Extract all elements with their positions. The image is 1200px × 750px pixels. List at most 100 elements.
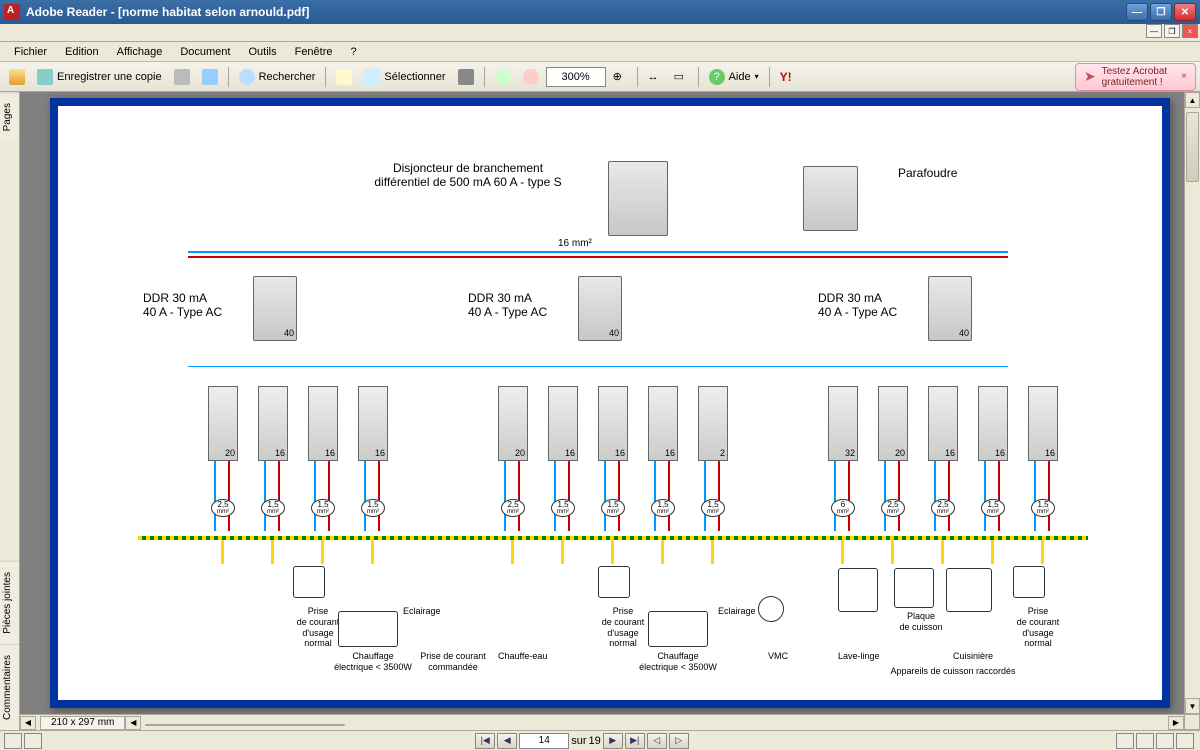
layout-single-button[interactable]: [1116, 733, 1134, 749]
ddr-left-label: DDR 30 mA 40 A - Type AC: [143, 291, 222, 320]
menubar: Fichier Edition Affichage Document Outil…: [0, 42, 1200, 62]
load-label: Plaque de cuisson: [896, 611, 946, 633]
earth-wire: [321, 536, 324, 564]
scroll-right-button[interactable]: ▶: [1168, 716, 1184, 730]
earth-wire: [841, 536, 844, 564]
camera-icon: [458, 69, 474, 85]
neutral-wire: [934, 461, 936, 531]
document-window-controls: — ❐ ×: [0, 24, 1200, 42]
layout-facing-button[interactable]: [1156, 733, 1174, 749]
earth-bus-wire: [138, 536, 1088, 540]
help-button[interactable]: ?Aide▾: [704, 65, 764, 89]
zoom-level-field[interactable]: 300%: [546, 67, 606, 87]
back-view-button[interactable]: ◁: [647, 733, 667, 749]
washer-icon: [838, 568, 878, 612]
circuit-breaker: 16: [1028, 386, 1058, 461]
phase-wire: [718, 461, 720, 531]
single-page-view-button[interactable]: [4, 733, 22, 749]
email-button[interactable]: [197, 65, 223, 89]
doc-restore-button[interactable]: ❐: [1164, 24, 1180, 38]
neutral-wire: [214, 461, 216, 531]
yahoo-toolbar-button[interactable]: Y!: [775, 65, 799, 89]
toolbar-separator: [325, 67, 326, 87]
neutral-wire: [984, 461, 986, 531]
tab-pages[interactable]: Pages: [0, 92, 19, 141]
fwd-view-button[interactable]: ▷: [669, 733, 689, 749]
zoom-in-button[interactable]: [490, 65, 516, 89]
menu-affichage[interactable]: Affichage: [109, 44, 171, 60]
zoom-plus-button[interactable]: ⊕: [608, 65, 632, 89]
wire-size-badge: 2,5mm²: [931, 499, 955, 517]
layout-continuous-button[interactable]: [1136, 733, 1154, 749]
ddr-device: 40: [253, 276, 297, 341]
wire-size-badge: 1,5mm²: [361, 499, 385, 517]
hob-icon: [894, 568, 934, 608]
menu-outils[interactable]: Outils: [240, 44, 284, 60]
load-label: Eclairage: [403, 606, 441, 617]
heater-icon: [338, 611, 398, 647]
scroll-up-button[interactable]: ▲: [1185, 92, 1200, 108]
zoom-out-button[interactable]: [518, 65, 544, 89]
open-button[interactable]: [4, 65, 30, 89]
print-button[interactable]: [169, 65, 195, 89]
earth-wire: [891, 536, 894, 564]
earth-wire: [561, 536, 564, 564]
prev-page-button[interactable]: ◀: [497, 733, 517, 749]
neutral-bus-wire: [188, 251, 1008, 253]
save-copy-button[interactable]: Enregistrer une copie: [32, 65, 167, 89]
scrollbar-thumb[interactable]: [1186, 112, 1199, 182]
search-button[interactable]: Rechercher: [234, 65, 321, 89]
doc-close-button[interactable]: ×: [1182, 24, 1198, 38]
doc-minimize-button[interactable]: —: [1146, 24, 1162, 38]
select-tool-button[interactable]: Sélectionner: [359, 65, 450, 89]
phase-wire: [618, 461, 620, 531]
load-label: Prise de courant d'usage normal: [1008, 606, 1068, 649]
first-page-button[interactable]: |◀: [475, 733, 495, 749]
next-page-button[interactable]: ▶: [603, 733, 623, 749]
outlet-icon: [1013, 566, 1045, 598]
toolbar: Enregistrer une copie Rechercher Sélecti…: [0, 62, 1200, 92]
window-restore-button[interactable]: ❐: [1150, 3, 1172, 21]
scroll-down-button[interactable]: ▼: [1185, 698, 1200, 714]
outlet-icon: [598, 566, 630, 598]
load-label: Prise de courant commandée: [408, 651, 498, 673]
phase-bus-wire: [188, 256, 1008, 258]
window-close-button[interactable]: ✕: [1174, 3, 1196, 21]
menu-fichier[interactable]: Fichier: [6, 44, 55, 60]
continuous-view-button[interactable]: [24, 733, 42, 749]
load-label: Chauffage électrique < 3500W: [628, 651, 728, 673]
page-sep-label: sur: [571, 735, 586, 747]
scroll-left-button-2[interactable]: ◀: [125, 716, 141, 730]
wire-size-badge: 1,5mm²: [601, 499, 625, 517]
circuit-breaker: 16: [928, 386, 958, 461]
hand-tool-button[interactable]: [331, 65, 357, 89]
menu-help[interactable]: ?: [343, 44, 365, 60]
fit-page-button[interactable]: ▭: [669, 65, 693, 89]
scroll-left-button[interactable]: ◀: [20, 716, 36, 730]
current-page-field[interactable]: 14: [519, 733, 569, 749]
phase-wire: [228, 461, 230, 531]
load-label: Appareils de cuisson raccordés: [868, 666, 1038, 677]
printer-icon: [174, 69, 190, 85]
menu-edition[interactable]: Edition: [57, 44, 107, 60]
neutral-wire: [554, 461, 556, 531]
menu-fenetre[interactable]: Fenêtre: [287, 44, 341, 60]
scrollbar-corner: [1184, 714, 1200, 730]
ddr-device: 40: [928, 276, 972, 341]
load-label: Chauffe-eau: [498, 651, 547, 662]
menu-document[interactable]: Document: [172, 44, 238, 60]
promo-close-icon[interactable]: ×: [1181, 71, 1187, 82]
horizontal-scrollbar[interactable]: ◀ 210 x 297 mm ◀ ▶: [20, 714, 1184, 730]
last-page-button[interactable]: ▶|: [625, 733, 645, 749]
window-minimize-button[interactable]: —: [1126, 3, 1148, 21]
wire-size-badge: 1,5mm²: [1031, 499, 1055, 517]
acrobat-trial-promo[interactable]: ➤ Testez Acrobatgratuitement ! ×: [1075, 63, 1196, 91]
fit-width-button[interactable]: ↔: [643, 65, 667, 89]
tab-comments[interactable]: Commentaires: [0, 644, 19, 730]
document-viewport[interactable]: Disjoncteur de branchement différentiel …: [20, 92, 1200, 730]
layout-continuous-facing-button[interactable]: [1176, 733, 1194, 749]
snapshot-button[interactable]: [453, 65, 479, 89]
tab-attachments[interactable]: Pièces jointes: [0, 561, 19, 644]
scrollbar-thumb[interactable]: [145, 724, 345, 726]
vertical-scrollbar[interactable]: ▲ ▼: [1184, 92, 1200, 714]
